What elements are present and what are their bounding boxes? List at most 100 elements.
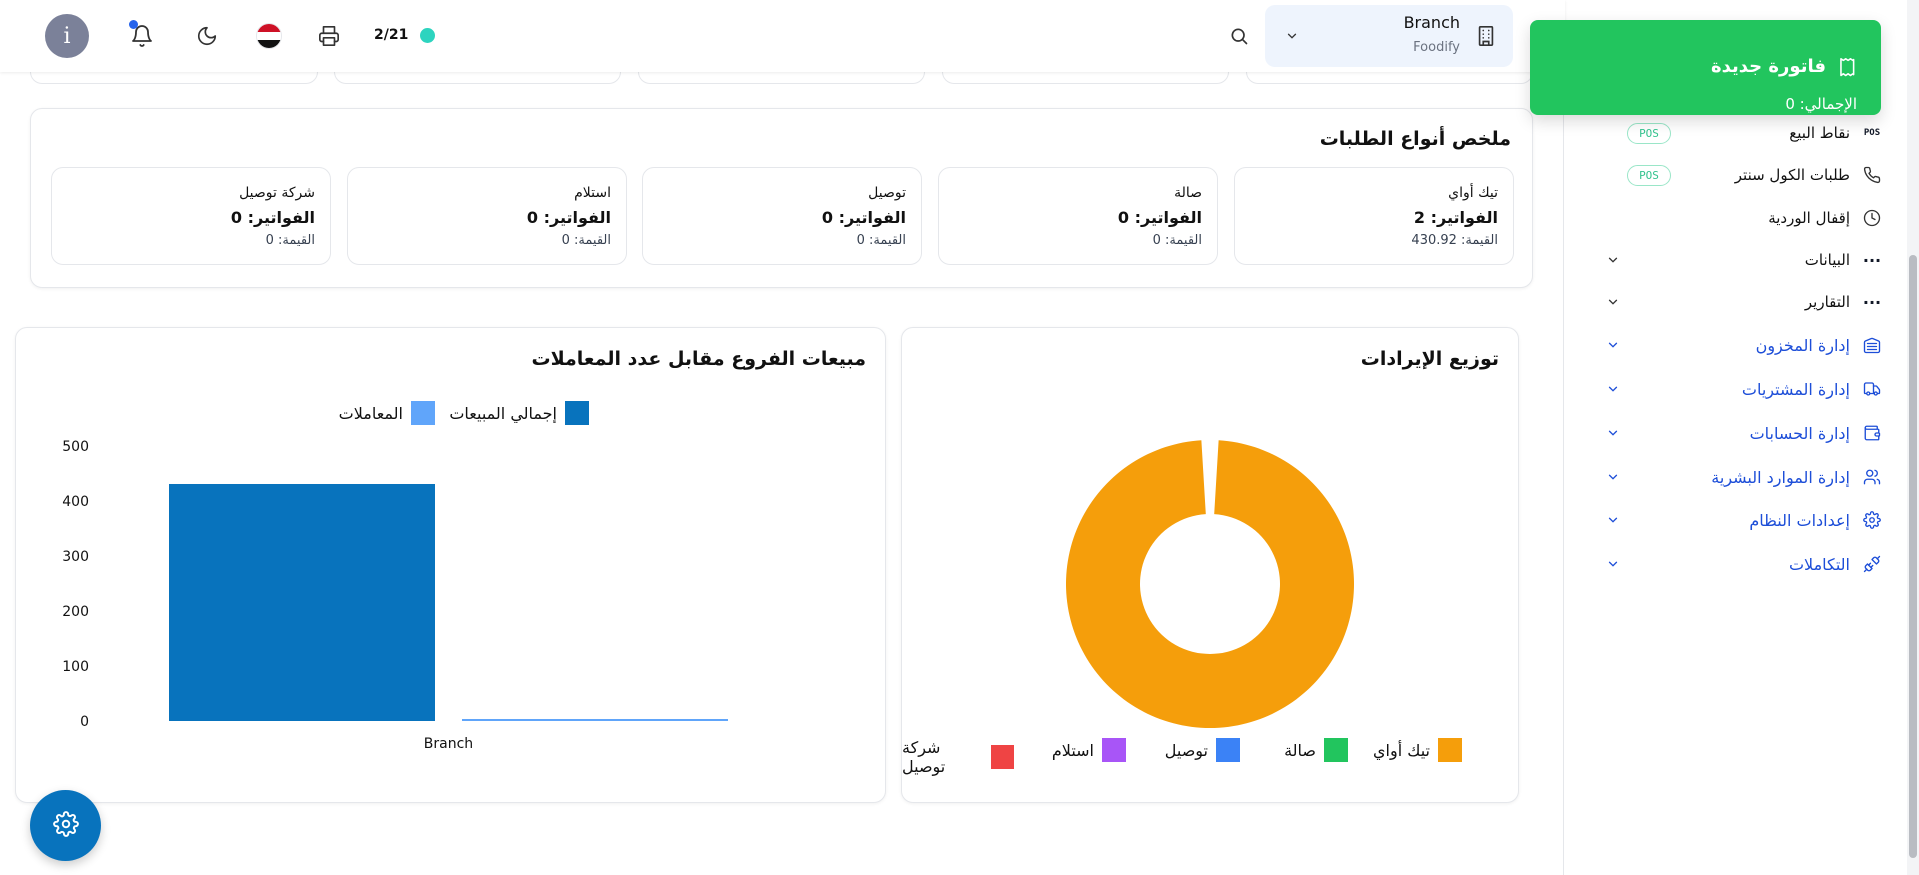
legend-item[interactable]: توصيل [1165,738,1240,762]
top-bar: i 2/21 Branch Foodify [0,0,1565,72]
legend-label: توصيل [1164,740,1208,760]
branch-company: Foodify [1413,40,1460,55]
order-type-card: صالة الفواتير: 0 القيمة: 0 [938,167,1218,265]
sidebar-item-label: البيانات [1804,251,1850,269]
legend-label: صالة [1284,740,1316,760]
legend-item[interactable]: صالة [1284,738,1348,762]
users-icon [1860,465,1884,489]
new-invoice-toast[interactable]: فاتورة جديدة الإجمالي: 0 [1530,20,1881,115]
order-type-name: توصيل [868,185,906,201]
phone-icon [1860,163,1884,187]
legend-swatch [1438,738,1462,762]
revenue-distribution-card: توزيع الإيرادات تيك أواي صالة توصيل استلام ش… [901,327,1519,803]
order-type-name: صالة [1174,185,1202,201]
order-type-count: الفواتير: 0 [821,208,906,227]
warehouse-icon [1860,333,1884,357]
legend-swatch [991,745,1014,769]
order-type-value: القيمة: 0 [265,233,315,248]
sidebar-item-label: إدارة الحسابات [1749,423,1850,443]
branch-selector[interactable]: Branch Foodify [1265,5,1513,67]
chevron-down-icon [1606,512,1620,531]
sidebar-item-label: إدارة المخزون [1755,335,1850,355]
legend-item[interactable]: استلام [1052,738,1126,762]
legend-swatch [1102,738,1126,762]
sidebar: POS نقاط البيع POS طلبات الكول سنتر POS … [1563,0,1919,875]
order-type-count: الفواتير: 2 [1413,208,1498,227]
invoice-counter: 2/21 [374,27,409,43]
search-icon[interactable] [1223,20,1255,52]
legend-swatch [1324,738,1348,762]
avatar[interactable]: i [45,14,89,58]
sidebar-item-call-center[interactable]: طلبات الكول سنتر POS [1594,158,1884,192]
settings-fab-button[interactable] [30,790,101,861]
sidebar-item-system-settings[interactable]: إعدادات النظام [1594,503,1884,537]
y-tick-label: 0 [80,714,89,730]
pos-badge: POS [1627,165,1671,186]
chevron-down-icon [1285,28,1299,47]
sidebar-item-pos[interactable]: POS نقاط البيع POS [1594,116,1884,150]
chevron-down-icon [1606,469,1620,488]
toast-title: فاتورة جديدة [1711,56,1826,77]
more-dots-icon: ··· [1862,292,1882,312]
sidebar-item-label: إدارة الموارد البشرية [1711,467,1850,487]
bar-chart[interactable]: 0 100 200 300 400 500 Branch [16,328,887,804]
sidebar-item-shift-close[interactable]: إقفال الوردية [1594,201,1884,235]
legend-item[interactable]: شركة توصيل [902,738,1014,776]
scrollbar-thumb[interactable] [1909,255,1917,858]
sidebar-item-label: نقاط البيع [1789,124,1850,142]
sidebar-item-label: التقارير [1804,293,1850,311]
receipt-icon [1837,57,1857,83]
gear-icon [1860,508,1884,532]
sidebar-scrollbar[interactable] [1907,0,1919,875]
moon-icon[interactable] [191,20,223,52]
pie-slice[interactable] [1066,440,1354,728]
chevron-down-icon [1606,337,1620,356]
order-type-card: شركة توصيل الفواتير: 0 القيمة: 0 [51,167,331,265]
y-tick-label: 400 [62,494,89,510]
gear-icon [52,810,79,841]
order-type-value: القيمة: 0 [1152,233,1202,248]
order-type-count: الفواتير: 0 [1117,208,1202,227]
y-tick-label: 100 [62,659,89,675]
bar[interactable] [169,483,435,721]
legend-label: استلام [1051,740,1094,760]
order-type-count: الفواتير: 0 [526,208,611,227]
order-type-card: توصيل الفواتير: 0 القيمة: 0 [642,167,922,265]
legend-label: شركة توصيل [902,738,946,776]
sidebar-item-purchases[interactable]: إدارة المشتريات [1594,372,1884,406]
plug-icon [1860,552,1884,576]
bar[interactable] [462,719,728,721]
order-type-card: تيك أواي الفواتير: 2 القيمة: 430.92 [1234,167,1514,265]
sidebar-item-integrations[interactable]: التكاملات [1594,547,1884,581]
sidebar-item-label: التكاملات [1788,554,1850,574]
order-type-count: الفواتير: 0 [230,208,315,227]
sidebar-item-data[interactable]: ··· البيانات [1594,243,1884,277]
egypt-flag-icon[interactable] [253,20,285,52]
pos-icon: POS [1863,128,1881,138]
wallet-icon [1860,421,1884,445]
chevron-down-icon [1606,252,1620,271]
legend-item[interactable]: تيك أواي [1373,738,1462,762]
branch-sales-card: مبيعات الفروع مقابل عدد المعاملات إجمالي… [15,327,886,803]
printer-icon[interactable] [313,20,345,52]
order-type-name: تيك أواي [1448,185,1498,201]
y-tick-label: 200 [62,604,89,620]
sidebar-item-hr[interactable]: إدارة الموارد البشرية [1594,460,1884,494]
sidebar-item-accounts[interactable]: إدارة الحسابات [1594,416,1884,450]
order-type-value: القيمة: 0 [561,233,611,248]
more-dots-icon: ··· [1862,250,1882,270]
x-tick-label: Branch [424,736,473,752]
building-icon [1475,25,1497,51]
bell-icon[interactable] [126,20,158,52]
chevron-down-icon [1606,294,1620,313]
pos-badge: POS [1627,123,1671,144]
sidebar-item-inventory[interactable]: إدارة المخزون [1594,328,1884,362]
clock-icon [1860,206,1884,230]
chevron-down-icon [1606,425,1620,444]
sidebar-item-reports[interactable]: ··· التقارير [1594,285,1884,319]
donut-chart[interactable] [902,328,1520,804]
truck-icon [1860,377,1884,401]
section-title: ملخص أنواع الطلبات [1319,128,1511,150]
order-type-name: استلام [574,185,611,201]
chevron-down-icon [1606,556,1620,575]
